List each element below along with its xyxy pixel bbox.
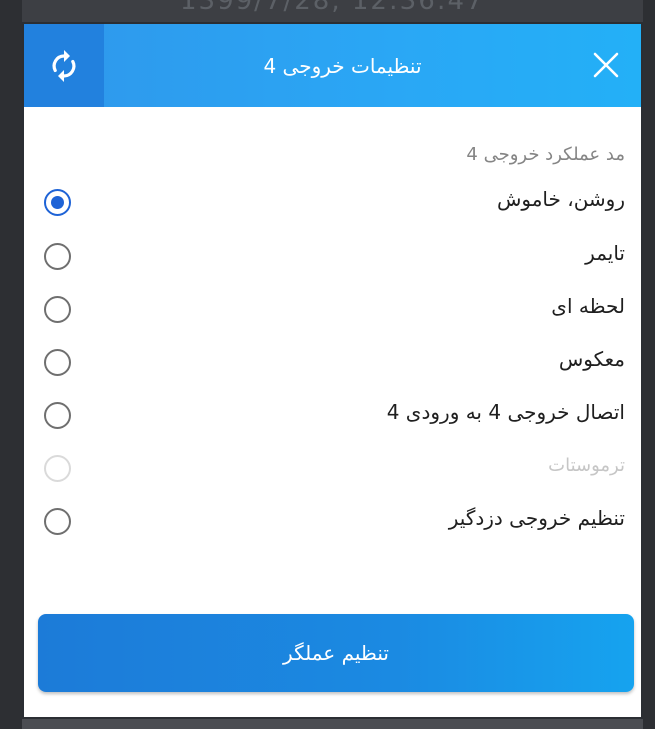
- radio-link-output-input[interactable]: [44, 402, 71, 429]
- background-left-edge: [0, 0, 22, 729]
- radio-on-off[interactable]: [44, 189, 71, 216]
- option-label: ترموستات: [548, 455, 625, 476]
- option-label: روشن، خاموش: [496, 187, 625, 211]
- option-label: تنظیم خروجی دزدگیر: [448, 506, 625, 530]
- dialog-title: تنظیمات خروجی 4: [263, 53, 422, 78]
- option-alarm-output[interactable]: تنظیم خروجی دزدگیر: [24, 498, 641, 550]
- radio-timer[interactable]: [44, 243, 71, 270]
- background-right-edge: [643, 0, 655, 729]
- option-label: تایمر: [585, 241, 625, 265]
- radio-inverse[interactable]: [44, 349, 71, 376]
- option-inverse[interactable]: معکوس: [24, 339, 641, 391]
- radio-thermostat: [44, 455, 71, 482]
- option-on-off[interactable]: روشن، خاموش: [24, 179, 641, 231]
- background-status-strip: 1399/7/28, 12:36:47: [0, 0, 655, 24]
- option-timer[interactable]: تایمر: [24, 233, 641, 285]
- option-momentary[interactable]: لحظه ای: [24, 286, 641, 338]
- section-label: مد عملکرد خروجی 4: [466, 144, 625, 165]
- close-button[interactable]: [583, 42, 629, 88]
- radio-alarm-output[interactable]: [44, 508, 71, 535]
- background-timestamp: 1399/7/28, 12:36:47: [180, 0, 485, 16]
- dialog-header: تنظیمات خروجی 4: [24, 24, 641, 107]
- option-label: اتصال خروجی 4 به ورودی 4: [386, 400, 625, 424]
- radio-momentary[interactable]: [44, 296, 71, 323]
- refresh-button[interactable]: [24, 24, 104, 107]
- refresh-icon: [52, 49, 76, 82]
- option-link-output-input[interactable]: اتصال خروجی 4 به ورودی 4: [24, 392, 641, 444]
- option-label: لحظه ای: [551, 294, 625, 318]
- output-settings-dialog: تنظیمات خروجی 4 مد عملکرد خروجی 4 روشن، …: [22, 22, 643, 719]
- option-label: معکوس: [558, 347, 625, 371]
- close-icon: [593, 52, 619, 78]
- option-thermostat: ترموستات: [24, 445, 641, 497]
- set-actuator-button[interactable]: تنظیم عملگر: [38, 614, 634, 692]
